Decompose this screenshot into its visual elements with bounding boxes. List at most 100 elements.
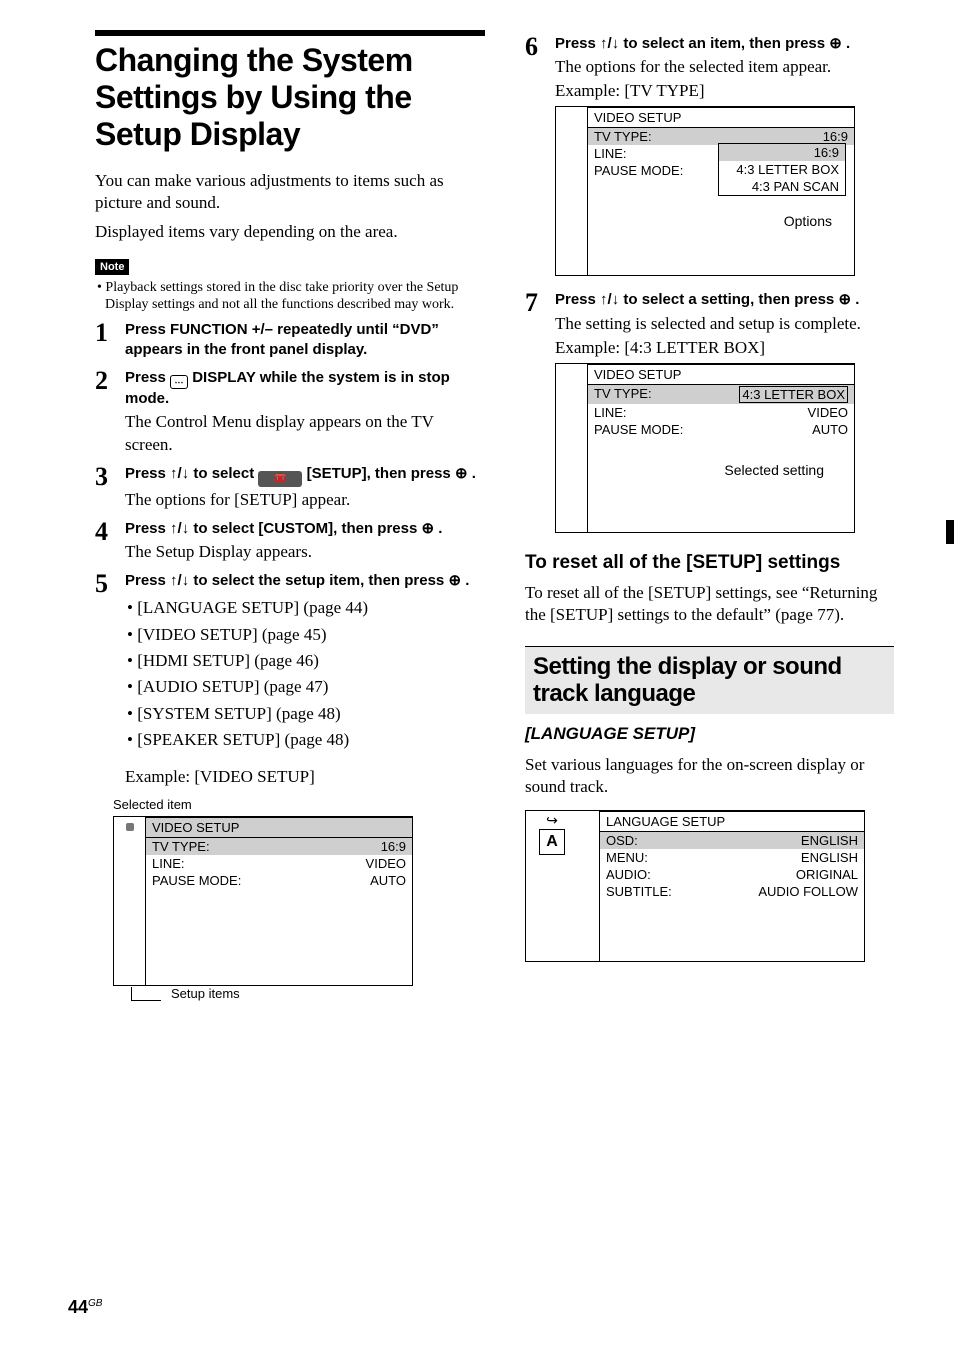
osd-panel: VIDEO SETUP TV TYPE: 16:9 LINE:: [555, 106, 855, 276]
step-5-head: Press ↑/↓ to select the setup item, then…: [125, 571, 485, 591]
enter-icon: ⊕: [838, 291, 851, 308]
osd-option: 16:9: [719, 144, 845, 161]
osd-key: TV TYPE:: [594, 386, 652, 403]
osd-row: LINE: VIDEO: [588, 404, 854, 421]
osd-row: PAUSE MODE: AUTO: [588, 421, 854, 438]
step-2-head-a: Press: [125, 369, 170, 386]
osd-row: TV TYPE: 16:9: [146, 838, 412, 855]
step-6-head-b: .: [846, 35, 850, 52]
lang-section-bar: Setting the display or sound track langu…: [525, 646, 894, 714]
step-7-desc1: The setting is selected and setup is com…: [555, 313, 894, 335]
step-3-desc: The options for [SETUP] appear.: [125, 489, 485, 511]
osd-key: PAUSE MODE:: [594, 422, 683, 437]
osd-row: MENU: ENGLISH: [600, 849, 864, 866]
step-6-head: Press ↑/↓ to select an item, then press …: [555, 34, 894, 54]
setup-toolbox-icon: 🧰: [258, 471, 302, 487]
step-4-desc: The Setup Display appears.: [125, 541, 485, 563]
setup-items-bracket: [131, 987, 161, 1001]
osd-row: TV TYPE: 4:3 LETTER BOX: [588, 385, 854, 404]
osd-key: LINE:: [594, 146, 627, 161]
step-1-head: Press FUNCTION +/– repeatedly until “DVD…: [125, 320, 485, 361]
osd-key: MENU:: [606, 850, 648, 865]
options-label: Options: [588, 213, 854, 229]
osd-panel: VIDEO SETUP TV TYPE: 4:3 LETTER BOX LINE…: [555, 363, 855, 533]
step-1: 1 Press FUNCTION +/– repeatedly until “D…: [95, 320, 485, 361]
osd-tab-icon: [578, 839, 599, 867]
step-6-head-a: Press ↑/↓ to select an item, then press: [555, 35, 829, 52]
osd-key: TV TYPE:: [152, 839, 210, 854]
osd-tab-icon: [556, 247, 587, 275]
osd-val: 4:3 LETTER BOX: [739, 386, 848, 403]
osd-video-dropdown-fig: VIDEO SETUP TV TYPE: 16:9 LINE:: [555, 106, 894, 276]
osd-title: VIDEO SETUP: [146, 818, 412, 838]
arrow-icon: ↪: [546, 813, 558, 827]
enter-icon: ⊕: [829, 35, 842, 52]
osd-tab-icon: [114, 929, 145, 957]
osd-panel: ↪ A LANGUAGE SETUP OSD: EN: [525, 810, 865, 962]
list-item: • [HDMI SETUP] (page 46): [125, 648, 485, 674]
osd-video-selected-fig: VIDEO SETUP TV TYPE: 4:3 LETTER BOX LINE…: [555, 363, 894, 533]
osd-tab-icon: [556, 504, 587, 532]
step-3-head-a: Press ↑/↓ to select: [125, 465, 258, 482]
osd-tab-icon: [114, 901, 145, 929]
step-7-head-a: Press ↑/↓ to select a setting, then pres…: [555, 291, 838, 308]
lang-sub: [LANGUAGE SETUP]: [525, 724, 894, 744]
selected-item-label: Selected item: [113, 797, 485, 812]
osd-row: PAUSE MODE: AUTO: [146, 872, 412, 889]
osd-tab-icon: [556, 135, 587, 163]
osd-title: VIDEO SETUP: [588, 108, 854, 128]
osd-tab-icon: [114, 873, 145, 901]
osd-tab-icon: [556, 163, 587, 191]
note-badge: Note: [95, 259, 129, 275]
step-4: 4 Press ↑/↓ to select [CUSTOM], then pre…: [95, 519, 485, 563]
osd-tab-icon: [556, 420, 587, 448]
step-number: 1: [95, 320, 125, 361]
page-number-suffix: GB: [88, 1298, 102, 1309]
osd-tab-icon: [556, 448, 587, 476]
osd-row: AUDIO: ORIGINAL: [600, 866, 864, 883]
osd-val: 16:9: [823, 129, 848, 144]
page-number: 44GB: [68, 1297, 102, 1318]
osd-val: ENGLISH: [801, 833, 858, 848]
example-label: Example: [VIDEO SETUP]: [125, 767, 485, 787]
enter-icon: ⊕: [455, 465, 468, 482]
step-7-head-b: .: [855, 291, 859, 308]
setup-items-label: Setup items: [171, 986, 240, 1001]
note-text: • Playback settings stored in the disc t…: [95, 279, 485, 314]
list-item: • [SPEAKER SETUP] (page 48): [125, 727, 485, 753]
osd-dropdown: 16:9 4:3 LETTER BOX 4:3 PAN SCAN: [718, 143, 846, 196]
step-3-head: Press ↑/↓ to select 🧰 [SETUP], then pres…: [125, 464, 485, 487]
osd-tab-icon: [578, 923, 599, 951]
osd-key: LINE:: [152, 856, 185, 871]
lang-body: Set various languages for the on-screen …: [525, 754, 894, 798]
step-2-head: Press ⋯ DISPLAY while the system is in s…: [125, 368, 485, 409]
osd-key: LINE:: [594, 405, 627, 420]
osd-tab-icon: [556, 107, 587, 135]
osd-row: LINE: VIDEO: [146, 855, 412, 872]
osd-val: 16:9: [381, 839, 406, 854]
step-number: 3: [95, 464, 125, 511]
step-6-desc2: Example: [TV TYPE]: [555, 80, 894, 102]
osd-key: OSD:: [606, 833, 638, 848]
osd-tab-icon: [556, 219, 587, 247]
step-number: 6: [525, 34, 555, 276]
selected-setting-label: Selected setting: [588, 462, 854, 478]
page-title: Changing the System Settings by Using th…: [95, 42, 485, 152]
osd-tab-icon: [114, 817, 145, 845]
osd-key: TV TYPE:: [594, 129, 652, 144]
osd-tab-icon: [578, 811, 599, 839]
reset-body: To reset all of the [SETUP] settings, se…: [525, 582, 894, 626]
language-a-icon: A: [539, 829, 565, 855]
osd-tab-icon: [114, 845, 145, 873]
osd-key: SUBTITLE:: [606, 884, 672, 899]
osd-title: LANGUAGE SETUP: [600, 812, 864, 832]
osd-val: VIDEO: [366, 856, 406, 871]
step-4-head: Press ↑/↓ to select [CUSTOM], then press…: [125, 519, 485, 539]
step-number: 7: [525, 290, 555, 532]
osd-tab-icon: [556, 476, 587, 504]
osd-panel: VIDEO SETUP TV TYPE: 16:9 LINE: VIDEO PA…: [113, 816, 413, 986]
osd-val: AUTO: [812, 422, 848, 437]
step-6-desc1: The options for the selected item appear…: [555, 56, 894, 78]
enter-icon: ⊕: [421, 520, 434, 537]
osd-tab-icon: [556, 191, 587, 219]
